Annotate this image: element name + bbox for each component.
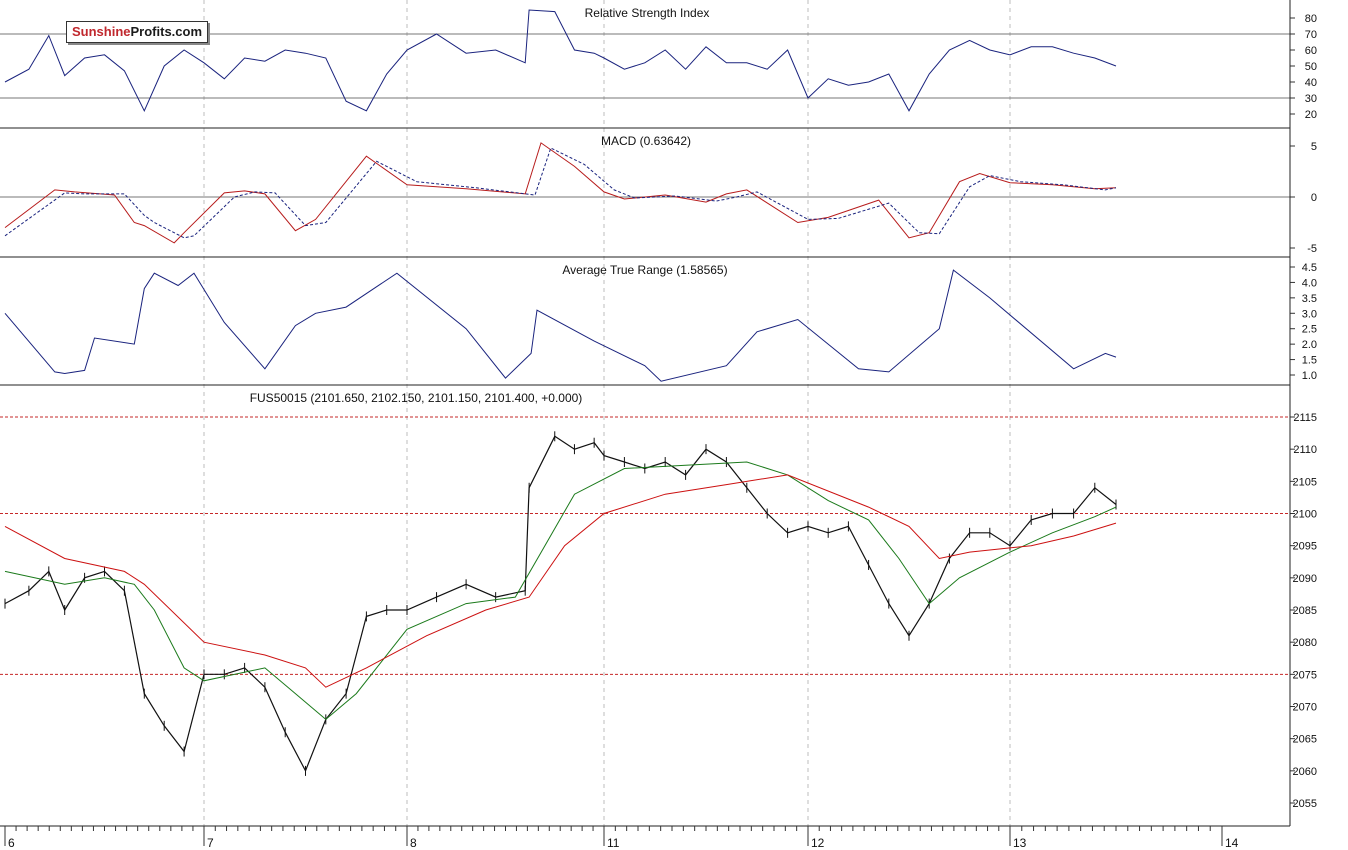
y-tick-label: 1.0 [1302, 370, 1317, 382]
sunshine-profits-logo[interactable]: SunshineProfits.com [66, 21, 209, 43]
y-tick-label: 1.5 [1302, 355, 1317, 367]
y-tick-label: 5 [1311, 141, 1317, 153]
y-tick-label: 2.5 [1302, 324, 1317, 336]
y-tick-label: 2100 [1293, 509, 1317, 521]
y-tick-label: 70 [1305, 29, 1317, 41]
x-tick-label: 14 [1225, 836, 1239, 850]
y-tick-label: 2075 [1293, 669, 1317, 681]
y-tick-label: 2110 [1293, 444, 1317, 456]
y-tick-label: 20 [1305, 109, 1317, 121]
y-tick-label: 2.0 [1302, 339, 1317, 351]
y-tick-label: 2105 [1293, 476, 1317, 488]
y-tick-label: 2090 [1293, 573, 1317, 585]
logo-text-part1: Sunshine [72, 24, 131, 39]
y-tick-label: 3.0 [1302, 308, 1317, 320]
y-tick-label: 3.5 [1302, 293, 1317, 305]
y-tick-label: 50 [1305, 61, 1317, 73]
x-tick-label: 6 [8, 836, 15, 850]
panel-title: FUS50015 (2101.650, 2102.150, 2101.150, … [250, 391, 583, 405]
panel-title: Relative Strength Index [585, 6, 710, 20]
logo-text-part2: Profits.com [130, 24, 203, 39]
x-tick-label: 7 [207, 836, 214, 850]
y-tick-label: 2115 [1293, 412, 1317, 424]
y-tick-label: 2095 [1293, 541, 1317, 553]
y-tick-label: -5 [1307, 243, 1317, 255]
x-tick-label: 11 [607, 836, 620, 850]
y-tick-label: 4.0 [1302, 277, 1317, 289]
y-tick-label: 40 [1305, 77, 1317, 89]
y-tick-label: 2080 [1293, 637, 1317, 649]
panel-title: MACD (0.63642) [601, 134, 691, 148]
x-tick-label: 13 [1013, 836, 1027, 850]
x-tick-label: 8 [410, 836, 417, 850]
y-tick-label: 30 [1305, 93, 1317, 105]
y-tick-label: 60 [1305, 45, 1317, 57]
chart-canvas: Relative Strength Index20304050607080MAC… [0, 0, 1348, 850]
y-tick-label: 80 [1305, 13, 1317, 25]
y-tick-label: 0 [1311, 192, 1317, 204]
panel-title: Average True Range (1.58565) [562, 263, 727, 277]
y-tick-label: 2055 [1293, 798, 1317, 810]
y-tick-label: 2070 [1293, 702, 1317, 714]
x-tick-label: 12 [811, 836, 825, 850]
y-tick-label: 2085 [1293, 605, 1317, 617]
y-tick-label: 4.5 [1302, 262, 1317, 274]
y-tick-label: 2065 [1293, 734, 1317, 746]
y-tick-label: 2060 [1293, 766, 1317, 778]
